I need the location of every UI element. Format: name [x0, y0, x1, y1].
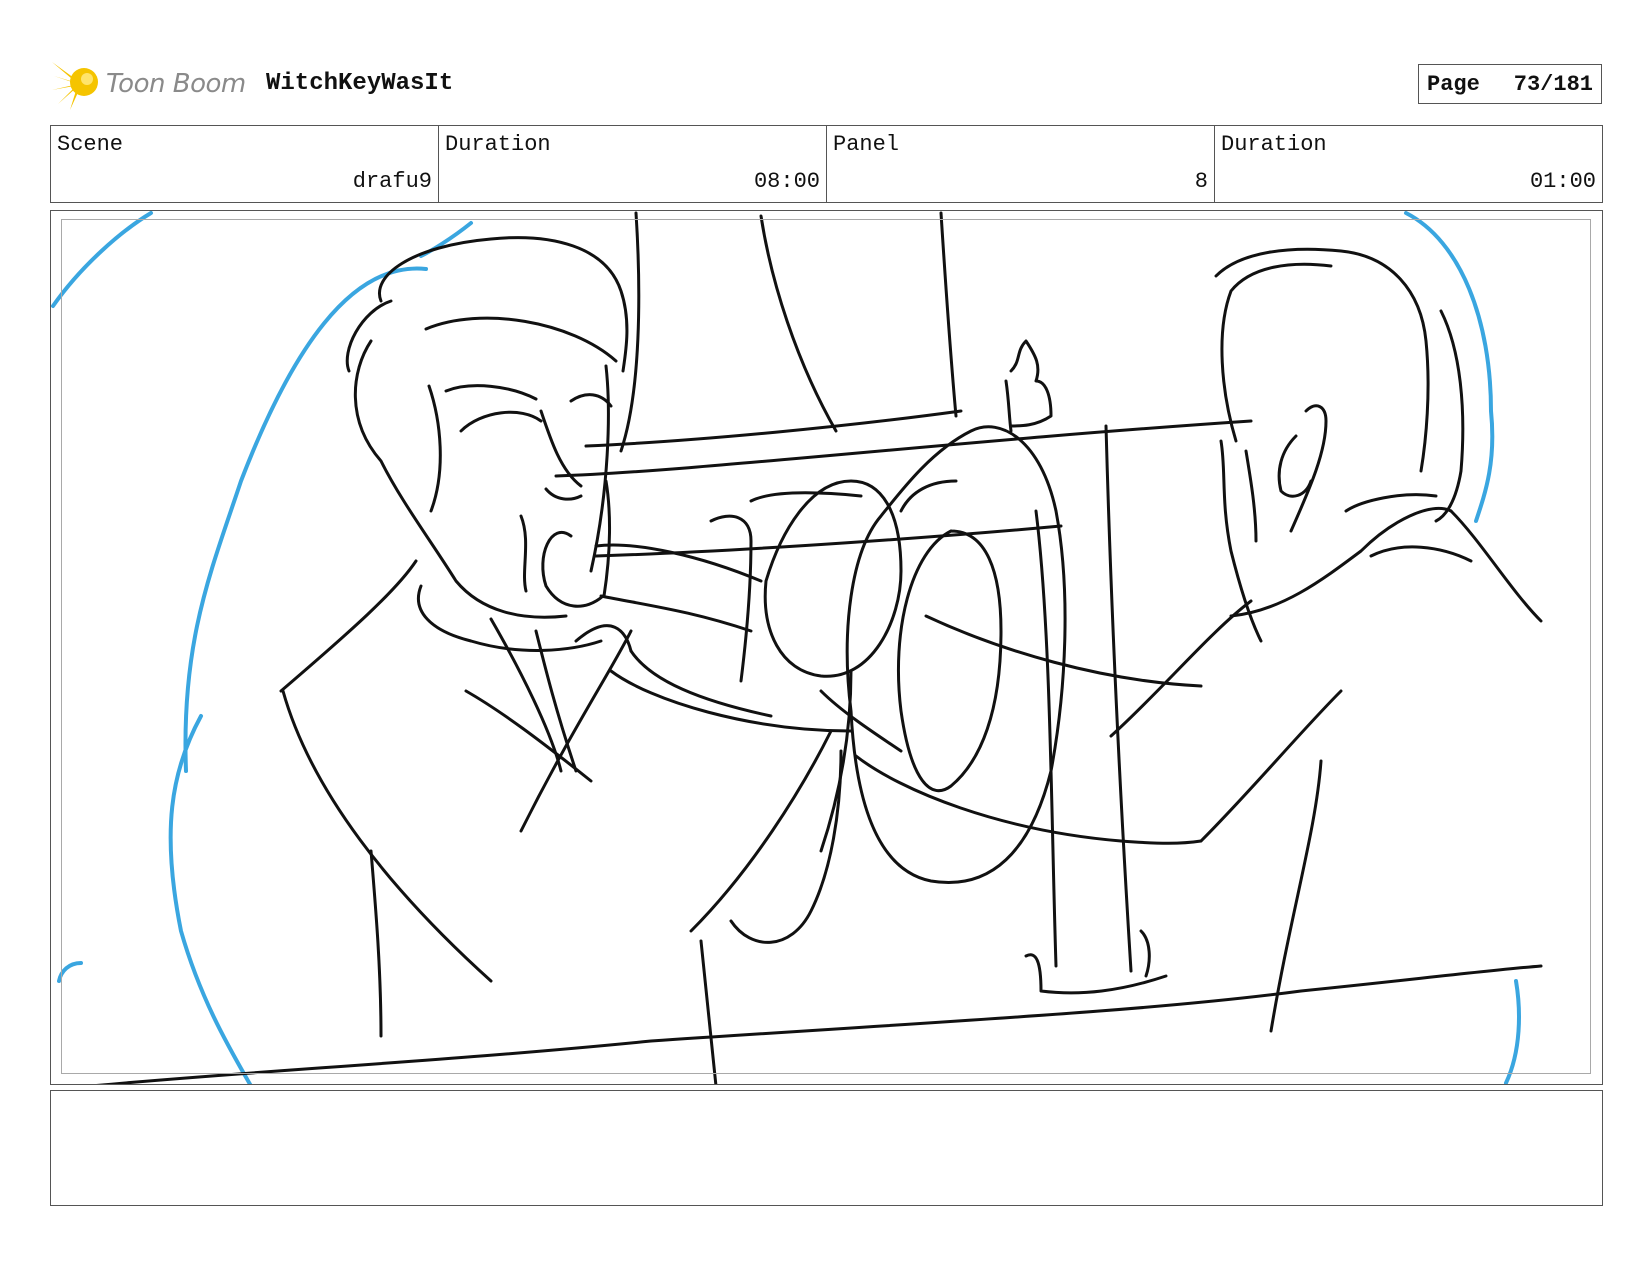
- panel-notes-box[interactable]: [50, 1090, 1603, 1206]
- scene-duration-label: Duration: [445, 132, 551, 157]
- toon-boom-logo: Toon Boom: [52, 56, 246, 112]
- page-label: Page: [1427, 71, 1480, 97]
- panel-duration-cell: Duration 01:00: [1215, 126, 1602, 202]
- panel-label: Panel: [833, 132, 900, 157]
- scene-value: drafu9: [352, 169, 432, 194]
- storyboard-panel: [50, 210, 1603, 1085]
- scene-info-table: Scene drafu9 Duration 08:00 Panel 8 Dura…: [50, 125, 1603, 203]
- panel-sketch-image: [51, 211, 1543, 1084]
- panel-duration-value: 01:00: [1529, 169, 1596, 194]
- panel-value: 8: [1194, 169, 1208, 194]
- scene-duration-cell: Duration 08:00: [439, 126, 827, 202]
- page-indicator: Page 73/181: [1418, 64, 1602, 104]
- toon-boom-star-icon: [52, 62, 98, 110]
- page-number: 73/181: [1513, 71, 1593, 97]
- logo-text: Toon Boom: [106, 69, 246, 99]
- panel-duration-label: Duration: [1221, 132, 1327, 157]
- project-title: WitchKeyWasIt: [266, 70, 454, 97]
- scene-label: Scene: [57, 132, 124, 157]
- scene-cell: Scene drafu9: [51, 126, 439, 202]
- panel-cell: Panel 8: [827, 126, 1215, 202]
- scene-duration-value: 08:00: [753, 169, 820, 194]
